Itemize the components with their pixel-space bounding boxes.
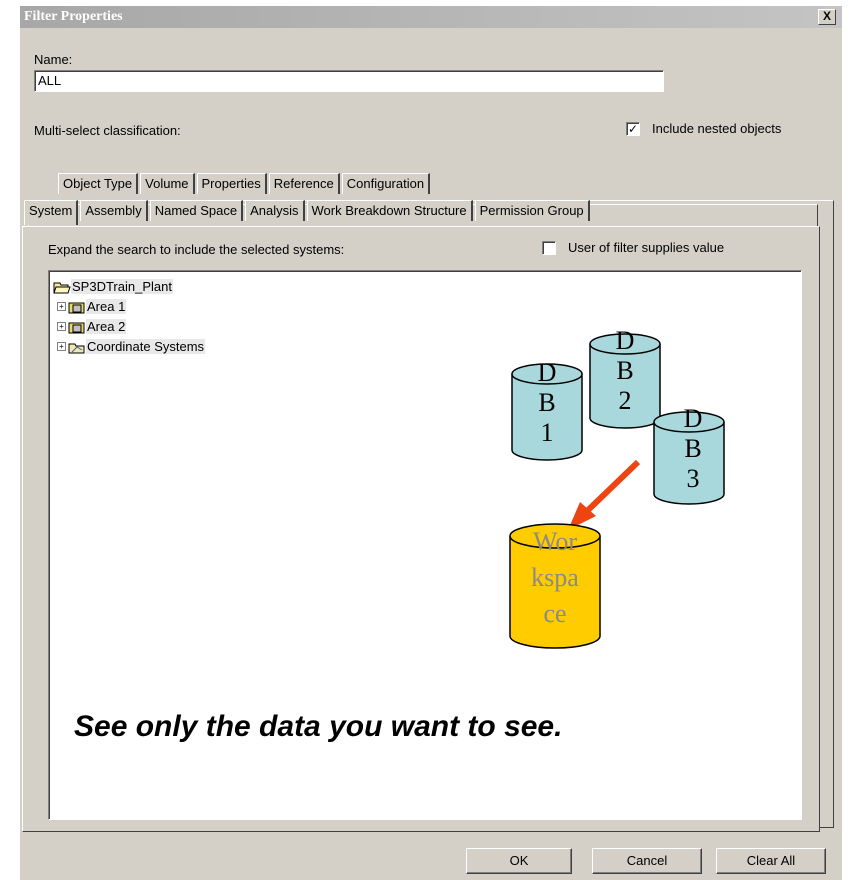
tree-item-label: Coordinate Systems [86, 339, 206, 354]
tab-row-front: System Assembly Named Space Analysis Wor… [24, 200, 592, 225]
title-bar: Filter Properties X [20, 6, 842, 28]
dialog-title: Filter Properties [24, 9, 123, 24]
area-folder-icon [68, 322, 85, 333]
tree-item-label: Area 1 [86, 299, 127, 314]
db2-label: DB2 [615, 326, 635, 415]
expand-icon[interactable]: + [57, 302, 66, 311]
expand-icon[interactable]: + [57, 322, 66, 331]
search-label: Expand the search to include the selecte… [48, 242, 345, 257]
tab-row-back: Object Type Volume Properties Reference … [58, 173, 432, 195]
classification-label: Multi-select classification: [34, 123, 181, 138]
tab-analysis[interactable]: Analysis [245, 200, 305, 221]
coordinate-folder-icon [68, 343, 85, 353]
clear-all-button[interactable]: Clear All [716, 848, 826, 874]
tab-assembly[interactable]: Assembly [80, 200, 148, 221]
tab-permission-group[interactable]: Permission Group [474, 200, 590, 221]
name-label: Name: [34, 52, 73, 67]
tab-named-space[interactable]: Named Space [149, 200, 244, 221]
tab-volume[interactable]: Volume [140, 173, 195, 194]
workspace-label: Wor kspa ce [531, 527, 579, 628]
tree-item-area-1[interactable]: + Area 1 [57, 299, 127, 314]
name-input[interactable]: ALL [34, 70, 664, 92]
close-button[interactable]: X [818, 9, 836, 25]
tree-root[interactable]: SP3DTrain_Plant [53, 279, 173, 294]
tab-object-type[interactable]: Object Type [58, 173, 139, 194]
db3-label: DB3 [683, 404, 703, 493]
user-of-filter-label: User of filter supplies value [568, 240, 725, 255]
area-folder-icon [68, 302, 85, 313]
cancel-button[interactable]: Cancel [592, 848, 702, 874]
user-of-filter-checkbox[interactable] [542, 241, 556, 255]
include-nested-label: Include nested objects [652, 121, 782, 136]
tree-root-label: SP3DTrain_Plant [71, 279, 173, 294]
tree-item-area-2[interactable]: + Area 2 [57, 319, 127, 334]
slogan-text: See only the data you want to see. [74, 710, 563, 743]
db1-label: DB1 [537, 358, 557, 447]
tree-item-coordinate-systems[interactable]: + Coordinate Systems [57, 339, 206, 354]
include-nested-checkbox[interactable]: ✓ [626, 122, 640, 136]
tab-system[interactable]: System [24, 200, 79, 225]
tab-properties[interactable]: Properties [196, 173, 267, 194]
tab-work-breakdown-structure[interactable]: Work Breakdown Structure [306, 200, 473, 221]
tree-item-label: Area 2 [86, 319, 127, 334]
filter-properties-dialog: Filter Properties X Name: ALL Multi-sele… [20, 6, 842, 880]
tab-reference[interactable]: Reference [268, 173, 340, 194]
name-value: ALL [38, 73, 62, 88]
expand-icon[interactable]: + [57, 342, 66, 351]
open-folder-icon [53, 282, 71, 293]
ok-button[interactable]: OK [466, 848, 572, 874]
tab-configuration[interactable]: Configuration [341, 173, 431, 194]
